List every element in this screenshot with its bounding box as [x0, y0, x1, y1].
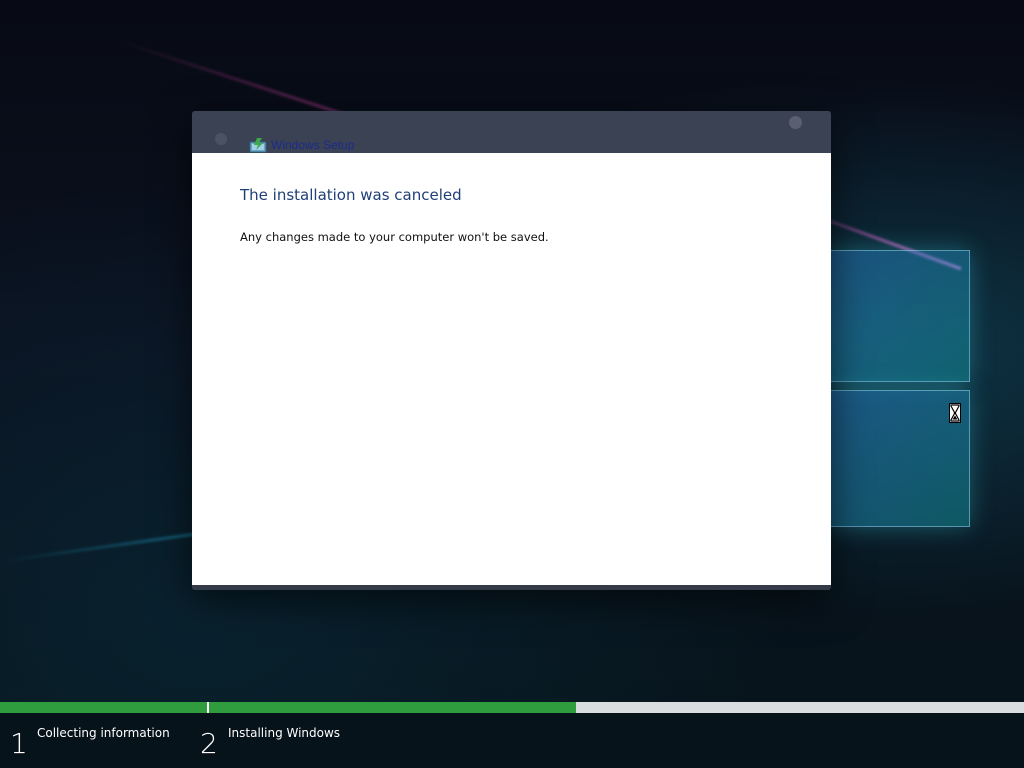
setup-progress-bar [0, 702, 1024, 713]
title-bar[interactable]: Windows Setup [192, 111, 831, 153]
dialog-footer [192, 585, 831, 590]
windows-setup-icon [249, 138, 267, 153]
dialog-content: The installation was canceled Any change… [192, 153, 831, 585]
window-title: Windows Setup [271, 138, 355, 152]
light-beam [0, 532, 199, 563]
status-message: Any changes made to your computer won't … [240, 230, 549, 244]
windows-logo-art [820, 210, 980, 540]
step-number: 2 [200, 727, 218, 760]
progress-step1-fill [0, 702, 207, 713]
setup-steps: 1 Collecting information 2 Installing Wi… [0, 713, 1024, 768]
back-icon[interactable] [215, 133, 227, 145]
step-label: Collecting information [37, 726, 170, 740]
hourglass-busy-cursor [949, 403, 961, 423]
page-title: The installation was canceled [240, 186, 462, 204]
logo-pane-top [830, 250, 970, 382]
progress-step2-fill [209, 702, 576, 713]
desktop-background: Windows Setup The installation was cance… [0, 0, 1024, 768]
step-label: Installing Windows [228, 726, 341, 740]
close-icon[interactable] [789, 116, 802, 129]
windows-setup-dialog: Windows Setup The installation was cance… [192, 111, 831, 590]
step-number: 1 [10, 727, 28, 760]
